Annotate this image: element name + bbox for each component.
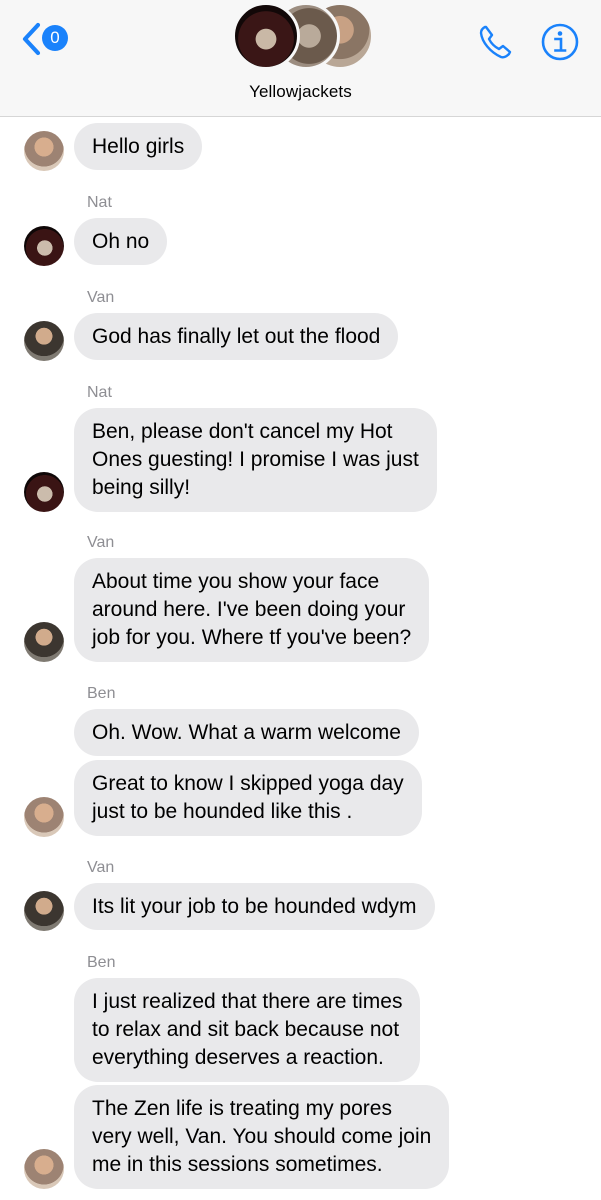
message-text: around here. I've been doing your (92, 598, 406, 621)
chevron-left-icon (22, 22, 41, 56)
sender-name: Van (87, 289, 115, 306)
avatar[interactable] (24, 1149, 64, 1189)
message-text: God has finally let out the flood (92, 325, 381, 348)
back-button[interactable]: 0 (20, 20, 76, 60)
avatar[interactable] (24, 472, 64, 512)
phone-icon (479, 25, 512, 59)
sender-name: Ben (87, 685, 116, 702)
message-text: Ben, please don't cancel my Hot (92, 420, 393, 443)
message-text: being silly! (92, 476, 191, 499)
message-bubble[interactable]: The Zen life is treating my pores very w… (74, 1085, 450, 1189)
message-text: I just realized that there are times (92, 990, 403, 1013)
message-text: Hello girls (92, 135, 185, 158)
message-bubble[interactable]: Ben, please don't cancel my Hot Ones gue… (74, 408, 437, 512)
unread-badge: 0 (42, 25, 68, 51)
sender-name: Nat (87, 194, 112, 211)
message-text: me in this sessions sometimes. (92, 1153, 383, 1176)
message-text: Great to know I skipped yoga day (92, 772, 404, 795)
message-text: About time you show your face (92, 570, 380, 593)
message-text: job for you. Where tf you've been? (92, 626, 412, 649)
sender-name: Van (87, 859, 115, 876)
sender-name: Nat (87, 384, 112, 401)
group-title[interactable]: Yellowjackets (0, 82, 601, 102)
avatar[interactable] (24, 131, 64, 171)
message-bubble[interactable]: Hello girls (74, 123, 203, 170)
group-avatar-stack[interactable] (232, 2, 374, 70)
call-button[interactable] (476, 22, 516, 62)
message-bubble[interactable]: Oh. Wow. What a warm welcome (74, 709, 419, 756)
message-bubble[interactable]: I just realized that there are times to … (74, 978, 421, 1082)
message-bubble[interactable]: Oh no (74, 218, 168, 265)
avatar[interactable] (24, 891, 64, 931)
avatar[interactable] (24, 226, 64, 266)
avatar[interactable] (24, 622, 64, 662)
message-text: Its lit your job to be hounded wdym (92, 895, 417, 918)
conversation-header: 0 Yellowjackets (0, 0, 601, 117)
sender-name: Van (87, 534, 115, 551)
message-text: Oh. Wow. What a warm welcome (92, 721, 401, 744)
message-bubble[interactable]: God has finally let out the flood (74, 313, 399, 360)
avatar[interactable] (24, 321, 64, 361)
avatar[interactable] (24, 797, 64, 837)
message-bubble[interactable]: Great to know I skipped yoga day just to… (74, 760, 422, 836)
info-button[interactable] (540, 22, 580, 62)
message-text: Oh no (92, 230, 150, 253)
message-text: just to be hounded like this . (92, 800, 353, 823)
message-text: The Zen life is treating my pores (92, 1097, 392, 1120)
message-text: very well, Van. You should come join (92, 1125, 432, 1148)
message-text: Ones guesting! I promise I was just (92, 448, 419, 471)
message-bubble[interactable]: Its lit your job to be hounded wdym (74, 883, 435, 930)
message-text: to relax and sit back because not (92, 1018, 400, 1041)
message-bubble[interactable]: About time you show your face around her… (74, 558, 430, 662)
message-text: everything deserves a reaction. (92, 1046, 384, 1069)
sender-name: Ben (87, 954, 116, 971)
info-icon (541, 23, 579, 61)
group-member-avatar (232, 2, 300, 70)
